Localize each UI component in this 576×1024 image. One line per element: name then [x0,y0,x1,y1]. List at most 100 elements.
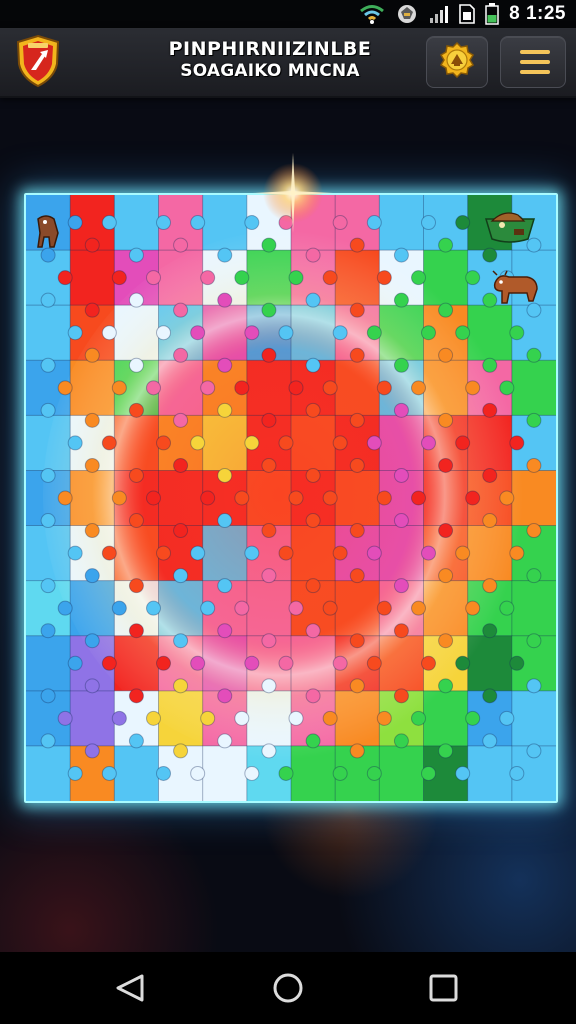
piece-knob [332,545,348,561]
piece-knob [322,270,338,286]
piece-knob [376,380,392,396]
piece-knob [234,380,250,396]
piece-knob [482,467,498,483]
puzzle-canvas[interactable] [26,195,556,801]
piece-knob [288,490,304,506]
piece-knob [101,215,117,231]
system-nav-bar [0,952,576,1024]
puzzle-board[interactable] [24,193,558,803]
piece-knob [305,402,321,418]
piece-knob [349,523,365,539]
piece-knob [465,600,481,616]
piece-knob [67,765,83,781]
puzzle-piece[interactable] [379,195,425,251]
status-bar: 8 1:25 [0,0,576,28]
puzzle-piece[interactable] [70,250,115,306]
piece-knob [349,457,365,473]
puzzle-piece[interactable] [114,195,160,251]
piece-knob [482,357,498,373]
puzzle-piece[interactable] [26,635,71,692]
piece-knob [67,655,83,671]
piece-knob [278,435,294,451]
puzzle-piece[interactable] [511,690,556,747]
puzzle-piece[interactable] [26,745,71,801]
puzzle-piece[interactable] [467,745,513,801]
piece-knob [393,513,409,529]
piece-knob [40,688,56,704]
piece-knob [526,412,542,428]
piece-knob [278,655,294,671]
piece-knob [234,710,250,726]
piece-knob [128,578,144,594]
piece-knob [499,490,515,506]
piece-knob [278,545,294,561]
piece-knob [349,678,365,694]
piece-knob [146,270,161,286]
piece-knob [305,733,321,749]
piece-knob [349,347,365,363]
puzzle-piece[interactable] [70,690,115,747]
piece-knob [190,545,206,561]
puzzle-piece[interactable] [511,580,556,637]
piece-knob [217,623,233,639]
piece-knob [217,292,233,308]
piece-knob [332,325,348,341]
piece-knob [393,247,409,263]
piece-knob [156,325,171,341]
piece-knob [322,600,338,616]
puzzle-piece[interactable] [114,745,160,801]
piece-knob [244,545,260,561]
title-line-1: PINPHIRNIIZINLBE [168,38,372,60]
piece-knob [278,325,294,341]
recent-apps-button[interactable] [414,966,474,1010]
piece-knob [156,655,171,671]
piece-knob [40,402,56,418]
piece-knob [40,733,56,749]
piece-knob [128,247,144,263]
piece-knob [111,380,127,396]
piece-knob [217,357,233,373]
status-icons: 8 1:25 [359,3,566,25]
piece-knob [438,633,454,649]
piece-knob [482,733,498,749]
piece-knob [156,545,171,561]
piece-knob [40,247,56,263]
piece-knob [526,568,542,584]
piece-knob [217,733,233,749]
piece-knob [57,270,73,286]
home-button[interactable] [258,966,318,1010]
piece-knob [421,435,436,451]
piece-knob [455,765,471,781]
puzzle-piece[interactable] [379,745,425,801]
piece-knob [438,568,454,584]
piece-knob [234,270,250,286]
piece-knob [411,490,426,506]
piece-knob [305,467,321,483]
piece-knob [146,380,161,396]
piece-knob [526,347,542,363]
piece-knob [526,633,542,649]
piece-knob [421,215,436,231]
piece-knob [57,380,73,396]
piece-knob [526,237,542,253]
piece-knob [146,490,161,506]
achievement-button[interactable] [426,36,488,88]
piece-knob [101,325,117,341]
puzzle-piece[interactable] [26,305,71,361]
piece-knob [84,347,100,363]
piece-knob [509,545,525,561]
shield-logo[interactable] [14,34,62,88]
piece-knob [322,380,338,396]
piece-knob [349,633,365,649]
piece-knob [173,457,189,473]
back-button[interactable] [100,966,160,1010]
piece-knob [526,457,542,473]
piece-knob [438,743,454,759]
piece-knob [156,215,171,231]
piece-knob [57,490,73,506]
piece-knob [411,710,426,726]
menu-button[interactable] [500,36,566,88]
piece-knob [438,302,454,318]
piece-knob [305,513,321,529]
piece-knob [244,435,260,451]
